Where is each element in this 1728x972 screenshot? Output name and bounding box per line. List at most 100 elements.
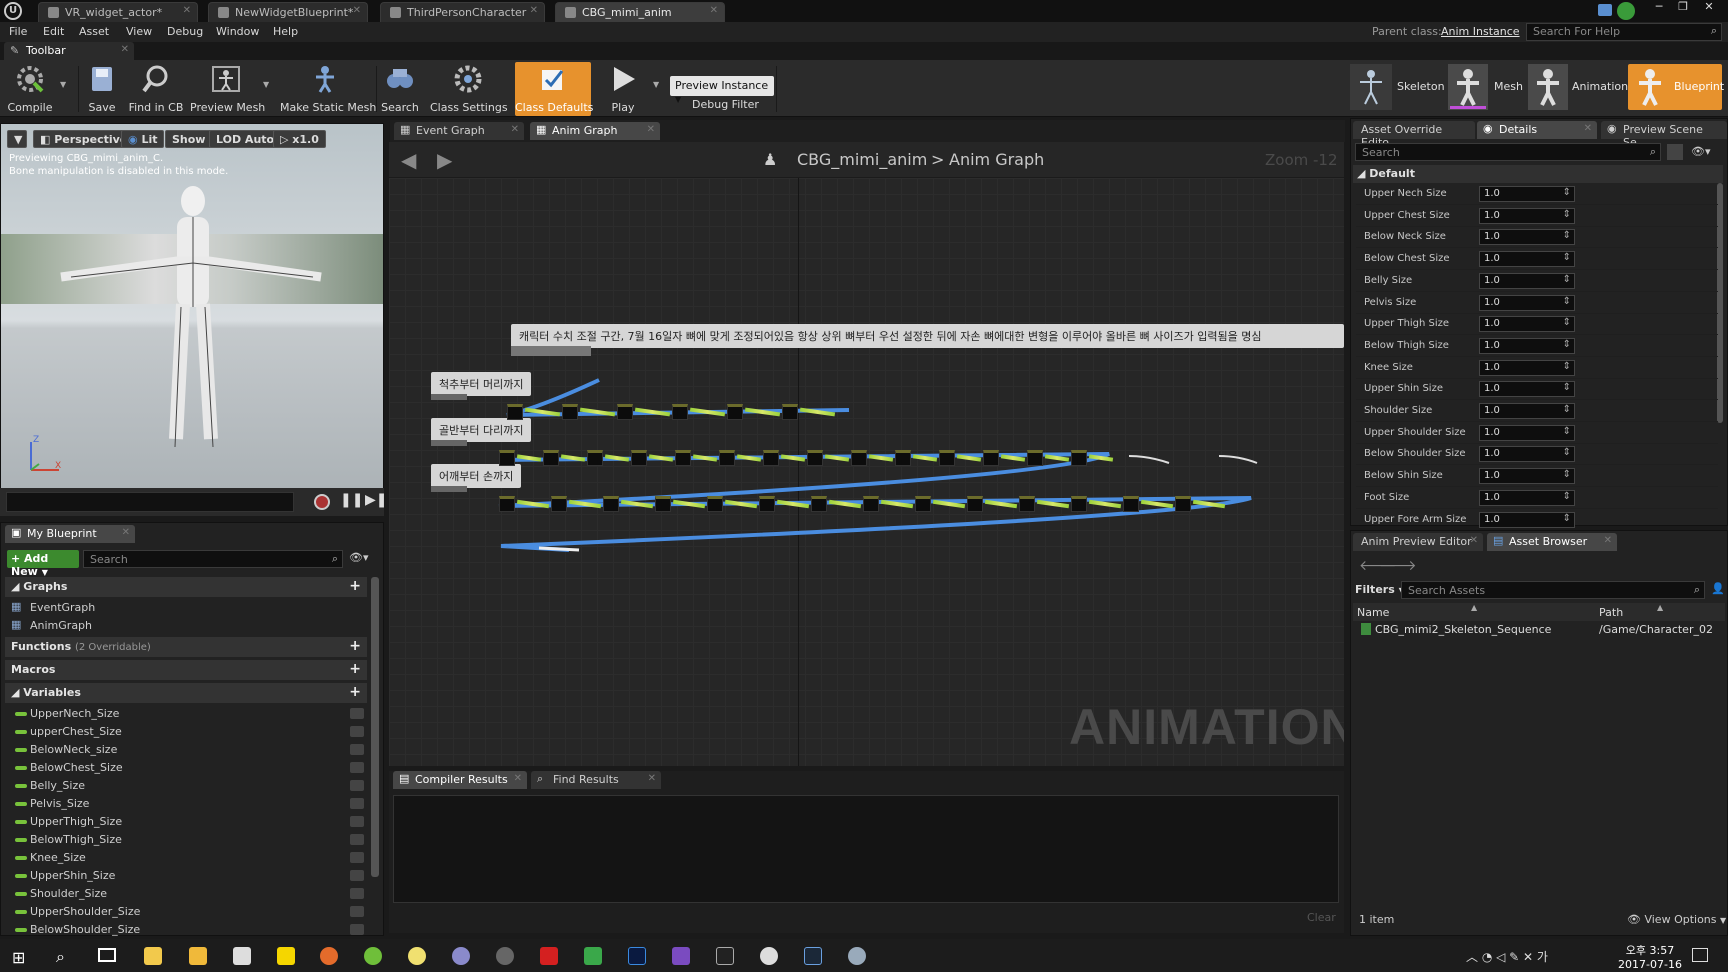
property-value-field[interactable]: 1.0 [1479, 229, 1575, 246]
anim-node[interactable] [617, 404, 633, 420]
debug-filter-select[interactable]: Preview Instance ▼ [670, 76, 774, 104]
timeline-scrubber[interactable] [6, 492, 294, 512]
anim-node[interactable] [851, 450, 867, 466]
graph-item-animgraph[interactable]: ▦ AnimGraph [1, 617, 367, 635]
macros-section-header[interactable]: Macros + [5, 660, 367, 680]
close-icon[interactable]: ✕ [710, 5, 718, 16]
variable-item[interactable]: Pelvis_Size [1, 795, 367, 813]
visibility-eye-icon[interactable] [350, 870, 364, 881]
play-button[interactable]: Play [600, 62, 646, 116]
kakaotalk-icon[interactable] [277, 947, 295, 965]
unreal-editor-icon[interactable] [760, 947, 778, 965]
back-arrow-icon[interactable]: ◀ [401, 148, 416, 172]
user-icon[interactable]: 👤 [1711, 582, 1725, 595]
visibility-eye-icon[interactable]: 👁▾ [1691, 145, 1711, 158]
anim-node[interactable] [1123, 496, 1139, 512]
anim-node[interactable] [1175, 496, 1191, 512]
anim-node[interactable] [967, 496, 983, 512]
property-value-field[interactable]: 1.0 [1479, 207, 1575, 224]
property-value-field[interactable]: 1.0 [1479, 337, 1575, 354]
app-icon[interactable] [496, 947, 514, 965]
anim-node[interactable] [939, 450, 955, 466]
asset-row[interactable]: CBG_mimi2_Skeleton_Sequence /Game/Charac… [1353, 621, 1725, 639]
windows-start-icon[interactable]: ⊞ [12, 948, 25, 967]
save-button[interactable]: Save [82, 62, 122, 116]
task-view-icon[interactable] [98, 948, 116, 962]
variable-item[interactable]: Shoulder_Size [1, 885, 367, 903]
filters-button[interactable]: Filters ▼ [1355, 583, 1405, 596]
anim-node[interactable] [811, 496, 827, 512]
anim-node[interactable] [551, 496, 567, 512]
property-value-field[interactable]: 1.0 [1479, 403, 1575, 419]
property-matrix-icon[interactable] [1667, 144, 1683, 160]
anim-node[interactable] [499, 450, 515, 466]
visibility-eye-icon[interactable]: 👁▾ [349, 551, 369, 564]
step-forward-button[interactable]: ▶❚ [365, 492, 388, 508]
property-value-field[interactable]: 1.0 [1479, 489, 1575, 506]
tab-new-widget-blueprint[interactable]: NewWidgetBlueprint* ✕ [208, 2, 368, 22]
functions-section-header[interactable]: Functions (2 Overridable) + [5, 637, 367, 657]
breadcrumb-graph[interactable]: Anim Graph [949, 150, 1044, 169]
menu-help[interactable]: Help [273, 25, 298, 38]
variable-item[interactable]: BelowChest_Size [1, 759, 367, 777]
preview-mesh-dropdown[interactable]: ▼ [263, 80, 269, 89]
visibility-eye-icon[interactable] [350, 762, 364, 773]
anim-node[interactable] [759, 496, 775, 512]
tab-toolbar[interactable]: ✎ Toolbar ✕ [4, 42, 134, 60]
anim-node[interactable] [507, 404, 523, 420]
steam-icon[interactable] [804, 947, 822, 965]
close-icon[interactable]: ✕ [1470, 535, 1478, 546]
my-blueprint-scrollbar[interactable] [371, 577, 379, 877]
menu-view[interactable]: View [126, 25, 152, 38]
clock[interactable]: 오후 3:57 2017-07-16 [1618, 942, 1682, 971]
perspective-button[interactable]: ◧ Perspective [33, 130, 135, 148]
preview-mesh-button[interactable]: Preview Mesh [190, 62, 265, 116]
close-icon[interactable]: ✕ [514, 773, 522, 784]
source-control-icon[interactable] [1617, 2, 1635, 20]
anim-node[interactable] [719, 450, 735, 466]
make-static-mesh-button[interactable]: Make Static Mesh [280, 62, 376, 116]
compile-options-dropdown[interactable]: ▼ [60, 80, 66, 89]
column-path[interactable]: Path [1599, 606, 1623, 619]
anim-node[interactable] [807, 450, 823, 466]
add-new-button[interactable]: + Add New ▼ [7, 550, 79, 578]
close-icon[interactable]: ✕ [530, 5, 538, 16]
tab-find-results[interactable]: ⌕ Find Results ✕ [531, 771, 661, 789]
photoshop-icon[interactable] [628, 947, 646, 965]
pause-button[interactable]: ❚❚ [340, 492, 363, 508]
visibility-eye-icon[interactable] [350, 924, 364, 935]
variable-item[interactable]: BelowNeck_size [1, 741, 367, 759]
tab-asset-override[interactable]: Asset Override Edito [1353, 121, 1475, 149]
view-options-button[interactable]: 👁 View Options ▼ [1627, 913, 1726, 926]
anim-node[interactable] [915, 496, 931, 512]
property-value-field[interactable]: 1.0 [1479, 272, 1575, 289]
tab-asset-browser[interactable]: ▤ Asset Browser ✕ [1487, 533, 1617, 551]
media-icon[interactable] [584, 947, 602, 965]
anim-node[interactable] [543, 450, 559, 466]
forward-arrow-icon[interactable]: ▶ [437, 148, 452, 172]
menu-file[interactable]: File [9, 25, 27, 38]
anim-node[interactable] [782, 404, 798, 420]
tab-my-blueprint[interactable]: ▣ My Blueprint ✕ [5, 525, 135, 543]
add-graph-button[interactable]: + [349, 578, 361, 594]
close-icon[interactable]: ✕ [183, 5, 191, 16]
playback-speed-button[interactable]: ▷ x1.0 [273, 130, 326, 148]
anim-node[interactable] [763, 450, 779, 466]
close-icon[interactable]: ✕ [648, 773, 656, 784]
anim-node[interactable] [1027, 450, 1043, 466]
close-window-button[interactable]: ✕ [1696, 0, 1722, 20]
close-icon[interactable]: ✕ [647, 124, 655, 135]
anim-node[interactable] [587, 450, 603, 466]
class-defaults-button[interactable]: Class Defaults [515, 62, 593, 116]
anim-node[interactable] [603, 496, 619, 512]
variable-item[interactable]: upperChest_Size [1, 723, 367, 741]
property-value-field[interactable]: 1.0 [1479, 446, 1575, 463]
visibility-eye-icon[interactable] [350, 726, 364, 737]
compile-button[interactable]: Compile [4, 62, 56, 116]
firefox-icon[interactable] [320, 947, 338, 965]
sticky-notes-icon[interactable] [144, 947, 162, 965]
eclipse-icon[interactable] [452, 947, 470, 965]
preview-viewport[interactable]: ▼ ◧ Perspective ◉ Lit Show LOD Auto ▷ x1… [0, 123, 384, 516]
variable-item[interactable]: Belly_Size [1, 777, 367, 795]
skeleton-mode-button[interactable]: Skeleton [1397, 80, 1445, 93]
